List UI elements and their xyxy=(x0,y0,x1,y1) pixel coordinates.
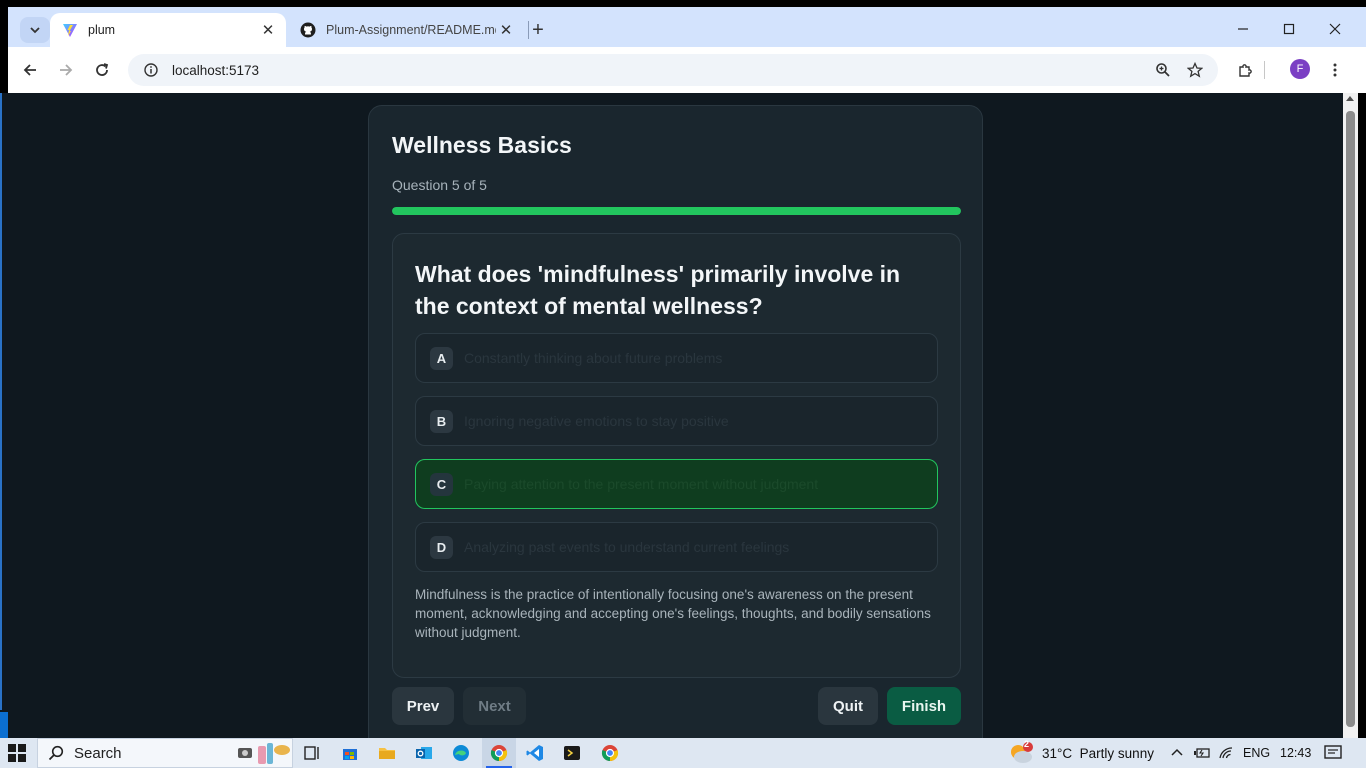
outlook-icon[interactable] xyxy=(413,742,435,764)
option-c[interactable]: C Paying attention to the present moment… xyxy=(415,459,938,509)
puzzle-icon xyxy=(1239,64,1252,77)
option-letter: A xyxy=(430,346,453,370)
option-text: Ignoring negative emotions to stay posit… xyxy=(464,413,729,429)
chrome-alt-icon[interactable] xyxy=(599,742,621,764)
weather-icon xyxy=(1011,742,1033,763)
option-text: Paying attention to the present moment w… xyxy=(464,476,819,492)
arrow-right-icon xyxy=(60,64,73,76)
star-icon xyxy=(1187,62,1203,78)
browser-toolbar: localhost:5173 F xyxy=(8,47,1366,93)
store-app-icon[interactable] xyxy=(339,742,361,764)
search-icon xyxy=(48,745,64,761)
forward-button[interactable] xyxy=(52,56,80,84)
edge-icon[interactable] xyxy=(450,742,472,764)
wifi-indicator[interactable] xyxy=(1218,738,1234,768)
extensions-button[interactable] xyxy=(1233,57,1259,83)
url-text[interactable]: localhost:5173 xyxy=(172,63,259,78)
chevron-down-icon xyxy=(30,27,40,34)
language-indicator[interactable]: ENG xyxy=(1243,738,1270,768)
plus-icon: + xyxy=(532,18,544,41)
question-counter: Question 5 of 5 xyxy=(392,177,487,193)
weather-badge: 2 xyxy=(1024,739,1030,749)
windows-start-icon[interactable] xyxy=(8,744,26,762)
battery-indicator[interactable] xyxy=(1193,738,1211,768)
new-tab-button[interactable]: + xyxy=(524,17,552,43)
notification-icon xyxy=(1324,745,1342,759)
address-bar[interactable]: localhost:5173 xyxy=(128,54,1218,86)
option-letter: C xyxy=(430,472,453,496)
arrow-left-icon xyxy=(23,64,36,76)
finish-button[interactable]: Finish xyxy=(887,687,961,725)
minimize-button[interactable] xyxy=(1220,14,1266,44)
question-panel: What does 'mindfulness' primarily involv… xyxy=(392,233,961,678)
screen: plum ✕ Plum-Assignment/README.md ✕ + loc… xyxy=(0,0,1366,768)
profile-avatar[interactable]: F xyxy=(1290,59,1310,79)
clock[interactable]: 12:43 xyxy=(1280,738,1311,768)
menu-button[interactable] xyxy=(1322,57,1348,83)
prev-button[interactable]: Prev xyxy=(392,687,454,725)
tab-title: plum xyxy=(88,23,116,37)
back-button[interactable] xyxy=(16,56,44,84)
option-b[interactable]: B Ignoring negative emotions to stay pos… xyxy=(415,396,938,446)
chevron-up-icon xyxy=(1171,748,1183,756)
maximize-button[interactable] xyxy=(1266,14,1312,44)
github-icon xyxy=(300,22,316,38)
option-a[interactable]: A Constantly thinking about future probl… xyxy=(415,333,938,383)
progress-bar xyxy=(392,207,961,215)
quiz-title: Wellness Basics xyxy=(392,132,572,158)
battery-icon xyxy=(1194,748,1210,758)
chrome-taskbar-icon[interactable] xyxy=(482,738,516,768)
close-icon[interactable]: ✕ xyxy=(496,20,516,40)
weather-text: 31°C Partly sunny xyxy=(1042,745,1154,761)
page-viewport: Wellness Basics Question 5 of 5 What doe… xyxy=(8,93,1343,738)
scroll-up-arrow[interactable] xyxy=(1346,96,1354,101)
tab-search-button[interactable] xyxy=(20,17,50,43)
bookmark-button[interactable] xyxy=(1182,57,1208,83)
question-text: What does 'mindfulness' primarily involv… xyxy=(415,261,901,319)
minimize-icon xyxy=(1238,28,1248,30)
page-left-border xyxy=(0,93,2,710)
file-explorer-icon[interactable] xyxy=(376,742,398,764)
task-view-icon[interactable] xyxy=(301,742,323,764)
vite-icon xyxy=(63,24,77,37)
tab-title: Plum-Assignment/README.md xyxy=(326,23,496,37)
next-button[interactable]: Next xyxy=(463,687,526,725)
page-left-accent xyxy=(0,712,8,738)
tab-plum[interactable]: plum ✕ xyxy=(50,13,286,47)
quiz-card: Wellness Basics Question 5 of 5 What doe… xyxy=(368,105,983,738)
weather-widget[interactable]: 2 31°C Partly sunny xyxy=(1008,738,1154,768)
close-icon xyxy=(1329,23,1341,35)
site-info-icon[interactable] xyxy=(144,63,158,77)
window-close-button[interactable] xyxy=(1312,14,1358,44)
zoom-button[interactable] xyxy=(1150,57,1176,83)
search-highlight-icon xyxy=(238,743,290,764)
option-d[interactable]: D Analyzing past events to understand cu… xyxy=(415,522,938,572)
close-icon[interactable]: ✕ xyxy=(258,20,278,40)
option-text: Constantly thinking about future problem… xyxy=(464,350,723,366)
more-vertical-icon xyxy=(1333,63,1337,77)
terminal-app-icon[interactable] xyxy=(561,742,583,764)
taskbar-search[interactable]: Search xyxy=(37,738,293,768)
taskbar-search-label: Search xyxy=(74,744,122,762)
option-letter: D xyxy=(430,535,453,559)
reload-button[interactable] xyxy=(88,56,116,84)
progress-fill xyxy=(392,207,961,215)
windows-taskbar: Search 2 31°C Partly sunny ENG 12:43 xyxy=(0,738,1366,768)
notifications-button[interactable] xyxy=(1324,738,1342,768)
browser-tabstrip: plum ✕ Plum-Assignment/README.md ✕ + xyxy=(8,7,1366,47)
toolbar-divider xyxy=(1264,61,1265,79)
quit-button[interactable]: Quit xyxy=(818,687,878,725)
answer-explanation: Mindfulness is the practice of intention… xyxy=(415,587,931,640)
tab-readme[interactable]: Plum-Assignment/README.md ✕ xyxy=(288,13,524,47)
zoom-icon xyxy=(1156,63,1170,77)
page-scrollbar[interactable] xyxy=(1343,93,1358,738)
tray-overflow[interactable] xyxy=(1170,738,1184,768)
option-letter: B xyxy=(430,409,453,433)
reload-icon xyxy=(96,63,109,76)
maximize-icon xyxy=(1283,23,1295,35)
scrollbar-thumb[interactable] xyxy=(1346,111,1355,727)
option-text: Analyzing past events to understand curr… xyxy=(464,539,790,555)
wifi-icon xyxy=(1219,747,1233,759)
vscode-icon[interactable] xyxy=(524,742,546,764)
